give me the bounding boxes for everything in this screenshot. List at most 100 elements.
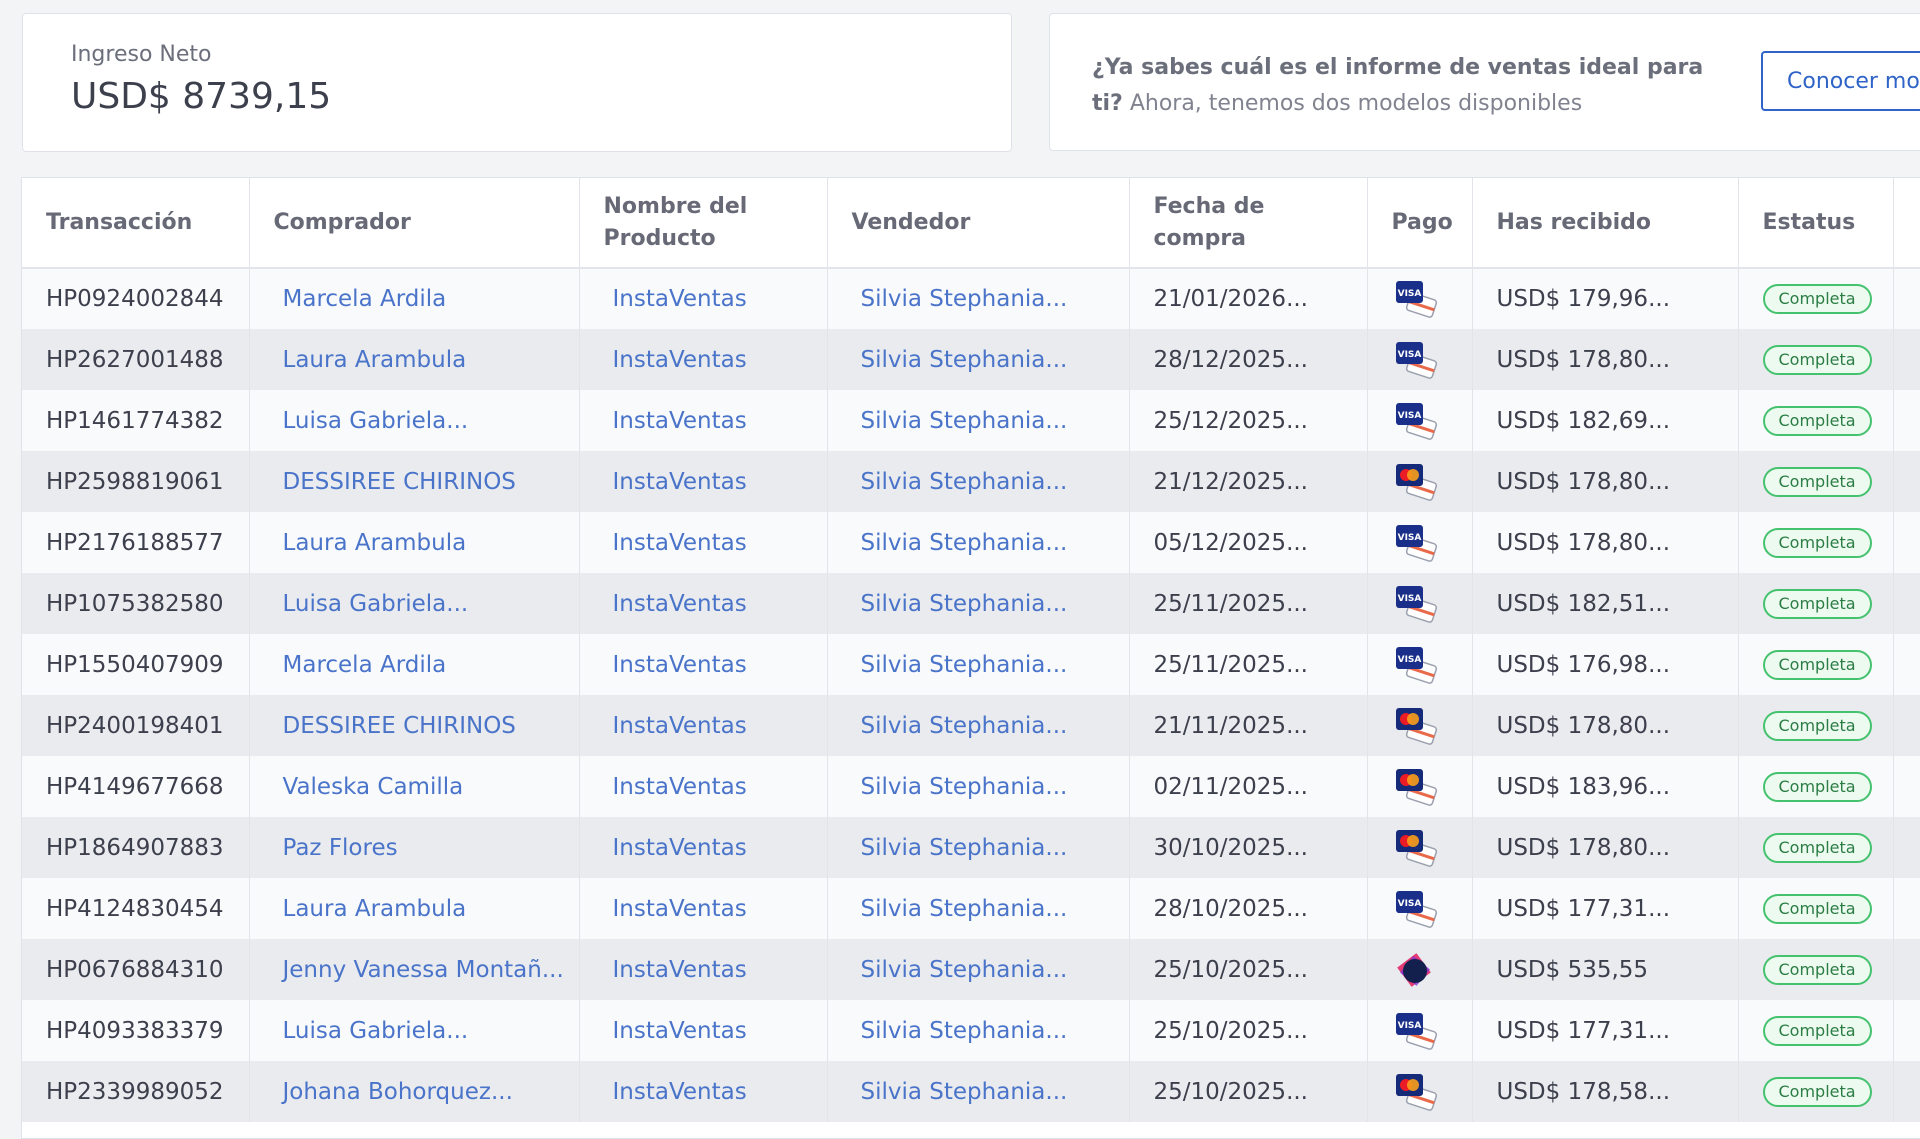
buyer-link[interactable]: DESSIREE CHIRINOS — [249, 451, 580, 512]
buyer-name[interactable]: Jenny Vanessa Montañ... — [274, 957, 564, 983]
seller-link[interactable]: Silvia Stephania... — [827, 573, 1130, 634]
column-header-buyer[interactable]: Comprador — [249, 178, 580, 269]
table-row[interactable]: HP2339989052 Johana Bohorquez... InstaVent… — [22, 1061, 1920, 1122]
buyer-link[interactable]: Jenny Vanessa Montañ... — [249, 939, 580, 1000]
seller-name[interactable]: Silvia Stephania... — [852, 1079, 1068, 1105]
seller-link[interactable]: Silvia Stephania... — [827, 329, 1130, 390]
buyer-link[interactable]: Valeska Camilla — [249, 756, 580, 817]
buyer-name[interactable]: Johana Bohorquez... — [274, 1079, 513, 1105]
seller-name[interactable]: Silvia Stephania... — [852, 347, 1068, 373]
table-row[interactable]: HP4124830454 Laura Arambula InstaVentas Sil… — [22, 878, 1920, 939]
product-link[interactable]: InstaVentas — [579, 390, 828, 451]
product-link[interactable]: InstaVentas — [579, 695, 828, 756]
table-row[interactable]: HP2176188577 Laura Arambula InstaVentas Sil… — [22, 512, 1920, 573]
buyer-name[interactable]: Luisa Gabriela... — [274, 408, 469, 434]
table-row[interactable]: HP2598819061 DESSIREE CHIRINOS InstaVentas… — [22, 451, 1920, 512]
product-name[interactable]: InstaVentas — [604, 957, 747, 983]
product-name[interactable]: InstaVentas — [604, 652, 747, 678]
product-link[interactable]: InstaVentas — [579, 878, 828, 939]
buyer-link[interactable]: Laura Arambula — [249, 329, 580, 390]
product-name[interactable]: InstaVentas — [604, 896, 747, 922]
seller-link[interactable]: Silvia Stephania... — [827, 878, 1130, 939]
product-link[interactable]: InstaVentas — [579, 756, 828, 817]
buyer-link[interactable]: Luisa Gabriela... — [249, 573, 580, 634]
seller-name[interactable]: Silvia Stephania... — [852, 835, 1068, 861]
product-link[interactable]: InstaVentas — [579, 573, 828, 634]
seller-link[interactable]: Silvia Stephania... — [827, 1000, 1130, 1061]
table-row[interactable]: HP1550407909 Marcela Ardila InstaVentas Sil… — [22, 634, 1920, 695]
seller-name[interactable]: Silvia Stephania... — [852, 896, 1068, 922]
product-name[interactable]: InstaVentas — [604, 835, 747, 861]
table-row[interactable]: HP2400198401 DESSIREE CHIRINOS InstaVentas… — [22, 695, 1920, 756]
buyer-name[interactable]: Laura Arambula — [274, 896, 467, 922]
buyer-name[interactable]: Laura Arambula — [274, 347, 467, 373]
seller-link[interactable]: Silvia Stephania... — [827, 756, 1130, 817]
seller-link[interactable]: Silvia Stephania... — [827, 512, 1130, 573]
seller-name[interactable]: Silvia Stephania... — [852, 469, 1068, 495]
buyer-name[interactable]: Luisa Gabriela... — [274, 1018, 469, 1044]
buyer-name[interactable]: Paz Flores — [274, 835, 398, 861]
buyer-link[interactable]: Marcela Ardila — [249, 634, 580, 695]
product-link[interactable]: InstaVentas — [579, 512, 828, 573]
buyer-name[interactable]: Marcela Ardila — [274, 286, 447, 312]
seller-name[interactable]: Silvia Stephania... — [852, 774, 1068, 800]
seller-name[interactable]: Silvia Stephania... — [852, 530, 1068, 556]
column-header-payment[interactable]: Pago — [1367, 178, 1473, 269]
column-header-purchase-date[interactable]: Fecha de compra — [1129, 178, 1368, 269]
seller-link[interactable]: Silvia Stephania... — [827, 390, 1130, 451]
column-header-seller[interactable]: Vendedor — [827, 178, 1130, 269]
product-link[interactable]: InstaVentas — [579, 1000, 828, 1061]
table-row[interactable]: HP2627001488 Laura Arambula InstaVentas Sil… — [22, 329, 1920, 390]
buyer-link[interactable]: Luisa Gabriela... — [249, 1000, 580, 1061]
buyer-name[interactable]: Marcela Ardila — [274, 652, 447, 678]
buyer-name[interactable]: DESSIREE CHIRINOS — [274, 713, 516, 739]
column-header-transaction[interactable]: Transacción — [22, 178, 250, 269]
product-name[interactable]: InstaVentas — [604, 347, 747, 373]
buyer-link[interactable]: Luisa Gabriela... — [249, 390, 580, 451]
buyer-link[interactable]: Paz Flores — [249, 817, 580, 878]
product-name[interactable]: InstaVentas — [604, 1018, 747, 1044]
product-name[interactable]: InstaVentas — [604, 591, 747, 617]
product-link[interactable]: InstaVentas — [579, 451, 828, 512]
product-name[interactable]: InstaVentas — [604, 286, 747, 312]
seller-name[interactable]: Silvia Stephania... — [852, 652, 1068, 678]
seller-link[interactable]: Silvia Stephania... — [827, 1061, 1130, 1122]
seller-name[interactable]: Silvia Stephania... — [852, 1018, 1068, 1044]
buyer-link[interactable]: Marcela Ardila — [249, 268, 580, 329]
buyer-link[interactable]: DESSIREE CHIRINOS — [249, 695, 580, 756]
column-header-product-name[interactable]: Nombre del Producto — [579, 178, 828, 269]
product-name[interactable]: InstaVentas — [604, 469, 747, 495]
seller-link[interactable]: Silvia Stephania... — [827, 268, 1130, 329]
table-row[interactable]: HP1461774382 Luisa Gabriela... InstaVentas… — [22, 390, 1920, 451]
product-link[interactable]: InstaVentas — [579, 817, 828, 878]
seller-link[interactable]: Silvia Stephania... — [827, 939, 1130, 1000]
product-link[interactable]: InstaVentas — [579, 939, 828, 1000]
table-row[interactable]: HP0676884310 Jenny Vanessa Montañ... Insta… — [22, 939, 1920, 1000]
column-header-received[interactable]: Has recibido — [1472, 178, 1739, 269]
learn-models-button[interactable]: Conocer mod — [1761, 51, 1920, 111]
seller-name[interactable]: Silvia Stephania... — [852, 591, 1068, 617]
table-row[interactable]: HP4149677668 Valeska Camilla InstaVentas Si… — [22, 756, 1920, 817]
product-link[interactable]: InstaVentas — [579, 329, 828, 390]
product-name[interactable]: InstaVentas — [604, 774, 747, 800]
buyer-link[interactable]: Laura Arambula — [249, 512, 580, 573]
seller-name[interactable]: Silvia Stephania... — [852, 713, 1068, 739]
seller-name[interactable]: Silvia Stephania... — [852, 286, 1068, 312]
product-name[interactable]: InstaVentas — [604, 530, 747, 556]
seller-link[interactable]: Silvia Stephania... — [827, 634, 1130, 695]
table-row[interactable]: HP0924002844 Marcela Ardila InstaVentas Sil… — [22, 268, 1920, 329]
buyer-link[interactable]: Johana Bohorquez... — [249, 1061, 580, 1122]
buyer-name[interactable]: Valeska Camilla — [274, 774, 464, 800]
buyer-name[interactable]: DESSIREE CHIRINOS — [274, 469, 516, 495]
seller-link[interactable]: Silvia Stephania... — [827, 695, 1130, 756]
table-row[interactable]: HP1075382580 Luisa Gabriela... InstaVentas… — [22, 573, 1920, 634]
seller-name[interactable]: Silvia Stephania... — [852, 957, 1068, 983]
buyer-name[interactable]: Luisa Gabriela... — [274, 591, 469, 617]
product-name[interactable]: InstaVentas — [604, 713, 747, 739]
table-row[interactable]: HP4093383379 Luisa Gabriela... InstaVentas… — [22, 1000, 1920, 1061]
seller-link[interactable]: Silvia Stephania... — [827, 451, 1130, 512]
column-header-status[interactable]: Estatus — [1738, 178, 1894, 269]
seller-link[interactable]: Silvia Stephania... — [827, 817, 1130, 878]
product-link[interactable]: InstaVentas — [579, 268, 828, 329]
product-link[interactable]: InstaVentas — [579, 1061, 828, 1122]
